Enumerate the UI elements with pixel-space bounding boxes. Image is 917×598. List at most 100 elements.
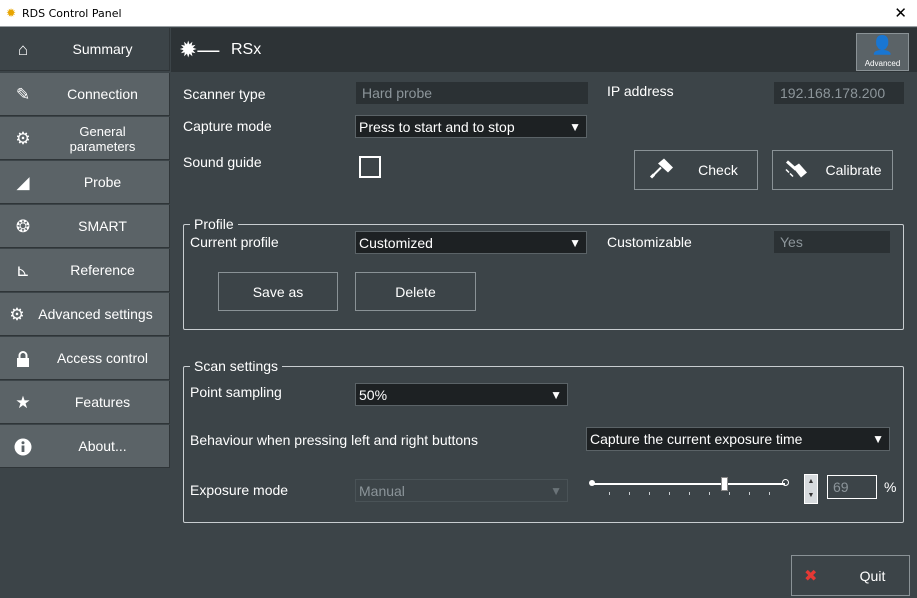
exposure-mode-dropdown[interactable]: Manual ▼ [355, 479, 568, 502]
probe-check-icon [649, 156, 675, 185]
sidebar-item-label: Connection [67, 86, 138, 102]
lock-icon [10, 337, 36, 380]
sidebar-item-label: Summary [72, 41, 133, 57]
percent-sign: % [884, 479, 897, 495]
behaviour-value: Capture the current exposure time [590, 431, 803, 447]
sidebar-item-label: About... [78, 438, 127, 454]
slider-thumb[interactable] [721, 477, 729, 491]
probe-calibrate-icon [783, 156, 809, 185]
axes-icon: ⊾ [15, 260, 31, 280]
slider-tick [769, 492, 770, 495]
slider-max-dot [782, 479, 789, 486]
behaviour-dropdown[interactable]: Capture the current exposure time ▼ [586, 427, 890, 451]
exposure-mode-value: Manual [359, 482, 405, 499]
sidebar-item-advanced-settings[interactable]: ⚙ Advanced settings [0, 293, 170, 336]
sidebar-item-features[interactable]: ★ Features [0, 381, 170, 424]
sidebar-item-about[interactable]: About... [0, 425, 170, 468]
exposure-mode-label: Exposure mode [190, 482, 289, 498]
quit-button-label: Quit [859, 567, 886, 584]
quit-button[interactable]: ✖ Quit [791, 555, 910, 596]
close-icon[interactable]: ✕ [894, 4, 907, 22]
ip-address-value: 192.168.178.200 [774, 82, 904, 104]
chevron-down-icon: ▼ [872, 432, 884, 446]
check-button-label: Check [698, 162, 738, 178]
capture-mode-dropdown[interactable]: Press to start and to stop ▼ [355, 115, 587, 138]
capture-mode-label: Capture mode [183, 118, 272, 134]
sidebar: ⌂ Summary ✎ Connection ⚙ General paramet… [0, 28, 170, 598]
star-icon: ★ [15, 392, 31, 412]
ip-address-label: IP address [607, 83, 674, 99]
slider-tick [709, 492, 710, 495]
slider-tick [669, 492, 670, 495]
slider-tick [609, 492, 610, 495]
close-icon: ✖ [804, 567, 818, 585]
chevron-down-icon: ▼ [569, 119, 581, 134]
sidebar-item-label: Reference [70, 262, 135, 278]
save-as-button[interactable]: Save as [218, 272, 338, 311]
device-name: RSx [231, 41, 262, 58]
sidebar-item-label: Access control [56, 350, 149, 366]
exposure-spinner[interactable]: ▲ ▼ [804, 474, 818, 504]
sidebar-item-label: Advanced settings [38, 306, 153, 322]
sidebar-item-general-parameters[interactable]: ⚙ General parameters [0, 117, 170, 160]
spin-down-icon[interactable]: ▼ [805, 492, 817, 500]
smart-icon: ❂ [15, 216, 31, 236]
customizable-label: Customizable [607, 234, 692, 250]
advanced-button-label: Advanced [864, 59, 901, 68]
delete-button[interactable]: Delete [355, 272, 476, 311]
profile-group-title: Profile [190, 216, 238, 232]
point-sampling-dropdown[interactable]: 50% ▼ [355, 383, 568, 406]
slider-min-dot [589, 480, 595, 486]
spin-up-icon[interactable]: ▲ [805, 478, 817, 486]
probe-icon: ◢ [16, 172, 30, 192]
slider-track [593, 483, 785, 485]
sidebar-item-label: Features [74, 394, 131, 410]
title-bar: ✹ RDS Control Panel ✕ [0, 0, 917, 27]
sidebar-item-access-control[interactable]: Access control [0, 337, 170, 380]
check-button[interactable]: Check [634, 150, 758, 190]
home-icon: ⌂ [17, 39, 29, 59]
sidebar-item-label: SMART [78, 218, 127, 234]
calibrate-button[interactable]: Calibrate [772, 150, 893, 190]
sound-guide-label: Sound guide [183, 154, 262, 170]
gear-icon: ⚙ [15, 128, 31, 148]
current-profile-value: Customized [359, 234, 433, 251]
connection-icon: ✎ [15, 84, 31, 104]
customizable-value: Yes [774, 231, 890, 253]
advanced-button[interactable]: 👤 Advanced [856, 33, 909, 71]
chevron-down-icon: ▼ [569, 235, 581, 250]
window-title: RDS Control Panel [22, 7, 122, 20]
behaviour-label: Behaviour when pressing left and right b… [190, 432, 478, 448]
sidebar-item-summary[interactable]: ⌂ Summary [0, 28, 170, 71]
slider-tick [729, 492, 730, 495]
sidebar-item-label: Probe [83, 174, 122, 190]
sidebar-item-smart[interactable]: ❂ SMART [0, 205, 170, 248]
chevron-down-icon: ▼ [550, 387, 562, 402]
sidebar-item-reference[interactable]: ⊾ Reference [0, 249, 170, 292]
sound-guide-checkbox[interactable] [359, 156, 381, 178]
exposure-value-field[interactable]: 69 [827, 475, 877, 499]
slider-tick [689, 492, 690, 495]
scanner-type-label: Scanner type [183, 86, 266, 102]
sidebar-item-label: General parameters [69, 123, 136, 154]
calibrate-button-label: Calibrate [825, 162, 882, 178]
device-header: ✹— RSx 👤 Advanced [171, 28, 917, 72]
chevron-down-icon: ▼ [550, 483, 562, 498]
point-sampling-label: Point sampling [190, 384, 282, 400]
exposure-slider[interactable] [589, 474, 789, 498]
slider-tick [649, 492, 650, 495]
current-profile-dropdown[interactable]: Customized ▼ [355, 231, 587, 254]
slider-tick [749, 492, 750, 495]
info-icon [10, 425, 36, 468]
app-sun-icon: ✹ [6, 6, 17, 20]
scanner-star-icon: ✹— [179, 37, 220, 62]
point-sampling-value: 50% [359, 386, 388, 403]
scanner-type-value: Hard probe [356, 82, 588, 104]
sidebar-item-connection[interactable]: ✎ Connection [0, 73, 170, 116]
capture-mode-value: Press to start and to stop [359, 118, 515, 135]
user-icon: 👤 [871, 35, 894, 55]
current-profile-label: Current profile [190, 234, 279, 250]
scan-settings-group-title: Scan settings [190, 358, 283, 374]
slider-tick [629, 492, 630, 495]
sidebar-item-probe[interactable]: ◢ Probe [0, 161, 170, 204]
